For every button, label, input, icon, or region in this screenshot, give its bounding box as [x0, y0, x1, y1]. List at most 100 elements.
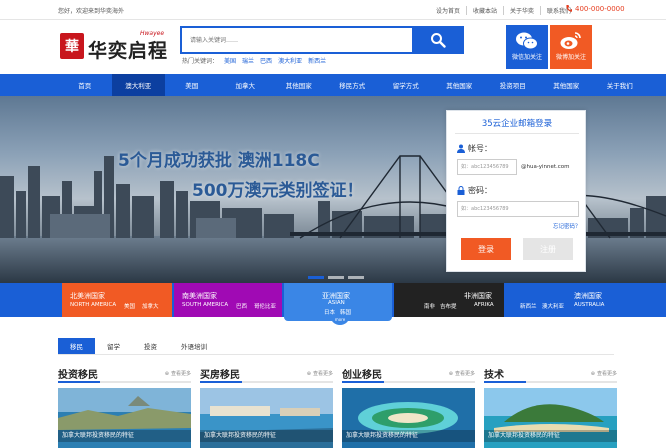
region-country[interactable]: 美国 [124, 302, 135, 310]
view-more-link[interactable]: ⊕ 查看更多 [165, 370, 191, 378]
email-login-panel: 35云企业邮箱登录 帐号： 如：abc123456789 @hua-yinnet… [446, 110, 586, 272]
password-input[interactable]: 如：abc123456789 [457, 201, 579, 217]
password-label-row: 密码： [457, 185, 492, 196]
region-country[interactable]: 加拿大 [142, 302, 159, 310]
nav-other-countries[interactable]: 其他国家 [272, 74, 326, 96]
section-business-immigration: 创业移民 ⊕ 查看更多 加拿大联邦投资移民的特征 [342, 366, 475, 448]
view-more-link[interactable]: ⊕ 查看更多 [449, 370, 475, 378]
region-country[interactable]: 哥伦比亚 [254, 302, 276, 310]
logo-name: 华奕启程 [88, 40, 169, 62]
tab-investment[interactable]: 投资 [132, 338, 169, 354]
hot-keywords-label: 热门关键词： [182, 58, 219, 65]
region-country[interactable]: 新西兰 [520, 302, 537, 310]
account-label: 帐号： [468, 144, 492, 153]
hot-keyword[interactable]: 瑞兰 [242, 56, 254, 65]
search-input[interactable] [180, 26, 414, 54]
login-button[interactable]: 登录 [461, 238, 511, 260]
view-more-label: 查看更多 [170, 371, 191, 377]
weibo-follow-label: 微博加关注 [555, 54, 586, 61]
region-north-america[interactable]: 北美洲国家 NORTH AMERICA 美国 加拿大 [62, 283, 172, 317]
register-button[interactable]: 注册 [523, 238, 573, 260]
region-english: NORTH AMERICA [70, 302, 117, 308]
hotline: 400-000-0000 [565, 5, 625, 13]
region-africa[interactable]: 南非 吉布提 非洲国家 AFRIKA [394, 283, 504, 317]
carousel-dots [308, 276, 364, 279]
account-input[interactable]: 如：abc123456789 [457, 159, 517, 175]
view-more-link[interactable]: ⊕ 查看更多 [590, 370, 617, 378]
nav-usa[interactable]: 美国 [165, 74, 219, 96]
welcome-text: 您好，欢迎来到华奕海外 [58, 8, 125, 15]
region-country[interactable]: 巴西 [236, 302, 247, 310]
region-name: 南美洲国家 [182, 292, 217, 300]
section-underline [200, 381, 333, 383]
section-caption[interactable]: 加拿大联邦投资移民的特征 [342, 430, 475, 442]
hot-keyword[interactable]: 巴西 [260, 56, 272, 65]
nav-other-countries-3[interactable]: 其他国家 [540, 74, 594, 96]
forgot-password-link[interactable]: 忘记密码？ [553, 222, 581, 230]
asia-more-badge[interactable]: more [330, 315, 350, 325]
lock-icon [457, 186, 465, 195]
region-country[interactable]: 澳大利亚 [542, 302, 564, 310]
nav-about-us[interactable]: 关于我们 [593, 74, 647, 96]
carousel-dot[interactable] [328, 276, 344, 279]
section-caption[interactable]: 加拿大联邦投资移民的特征 [58, 430, 191, 442]
tab-divider [58, 354, 614, 355]
plus-icon: ⊕ [306, 370, 311, 377]
section-skilled-immigration: 技术 ⊕ 查看更多 加拿大联邦投资移民的特征 [484, 366, 617, 448]
tab-language-training[interactable]: 外语培训 [169, 338, 219, 354]
region-name: 非洲国家 [464, 292, 492, 300]
region-country[interactable]: 吉布提 [440, 302, 457, 310]
region-oceania[interactable]: 新西兰 澳大利亚 澳洲国家 AUSTRALIA [506, 283, 614, 317]
region-english: ASIAN [328, 300, 345, 306]
weibo-follow-button[interactable]: 微博加关注 [550, 25, 592, 69]
carousel-dot[interactable] [308, 276, 324, 279]
link-bookmark[interactable]: 收藏本站 [466, 6, 503, 15]
link-set-homepage[interactable]: 设为首页 [430, 6, 466, 15]
region-english: SOUTH AMERICA [182, 302, 229, 308]
search-button[interactable] [412, 26, 464, 54]
top-bar: 您好，欢迎来到华奕海外 设为首页 收藏本站 关于华奕 联系我们 400-000-… [0, 0, 666, 20]
hot-keywords: 热门关键词： 美国 瑞兰 巴西 澳大利亚 新西兰 [182, 56, 326, 65]
tab-immigration[interactable]: 移民 [58, 338, 95, 354]
wechat-follow-button[interactable]: 微信加关注 [506, 25, 548, 69]
hero-headline-2: 500万澳元类别签证！ [192, 181, 364, 201]
region-english: AUSTRALIA [574, 302, 605, 308]
region-country[interactable]: 南非 [424, 302, 435, 310]
tab-study[interactable]: 留学 [95, 338, 132, 354]
section-underline [58, 381, 191, 383]
link-about[interactable]: 关于华奕 [503, 6, 540, 15]
section-title: 创业移民 [342, 370, 382, 381]
nav-home[interactable]: 首页 [58, 74, 112, 96]
section-title: 技术 [484, 370, 504, 381]
nav-canada[interactable]: 加拿大 [219, 74, 273, 96]
region-english: AFRIKA [474, 302, 494, 308]
logo[interactable]: 華 Hwayee 华奕启程 [60, 30, 170, 64]
view-more-label: 查看更多 [454, 371, 475, 377]
nav-australia[interactable]: 澳大利亚 [111, 74, 165, 96]
carousel-dot[interactable] [348, 276, 364, 279]
view-more-link[interactable]: ⊕ 查看更多 [306, 370, 333, 378]
region-name: 澳洲国家 [574, 292, 602, 300]
section-investment-immigration: 投资移民 ⊕ 查看更多 加拿大联邦投资移民的特征 [58, 366, 191, 448]
section-caption[interactable]: 加拿大联邦投资移民的特征 [484, 430, 617, 442]
hot-keyword[interactable]: 新西兰 [308, 56, 326, 65]
logo-seal: 華 [60, 33, 84, 59]
nav-immigration-methods[interactable]: 移民方式 [326, 74, 380, 96]
region-strip: 北美洲国家 NORTH AMERICA 美国 加拿大 南美洲国家 SOUTH A… [0, 283, 666, 321]
hot-keyword[interactable]: 美国 [224, 56, 236, 65]
nav-study-methods[interactable]: 留学方式 [379, 74, 433, 96]
section-title: 投资移民 [58, 370, 98, 381]
plus-icon: ⊕ [590, 370, 595, 377]
user-icon [457, 144, 465, 153]
section-caption[interactable]: 加拿大联邦投资移民的特征 [200, 430, 333, 442]
region-south-america[interactable]: 南美洲国家 SOUTH AMERICA 巴西 哥伦比亚 [174, 283, 282, 317]
region-name: 北美洲国家 [70, 292, 105, 300]
nav-investment-projects[interactable]: 投资项目 [486, 74, 540, 96]
view-more-label: 查看更多 [596, 371, 617, 377]
nav-other-countries-2[interactable]: 其他国家 [433, 74, 487, 96]
wechat-follow-label: 微信加关注 [511, 54, 542, 61]
search-icon [431, 33, 446, 48]
login-title: 35云企业邮箱登录 [481, 119, 553, 129]
category-tabs: 移民 留学 投资 外语培训 [58, 338, 219, 354]
hot-keyword[interactable]: 澳大利亚 [278, 56, 302, 65]
